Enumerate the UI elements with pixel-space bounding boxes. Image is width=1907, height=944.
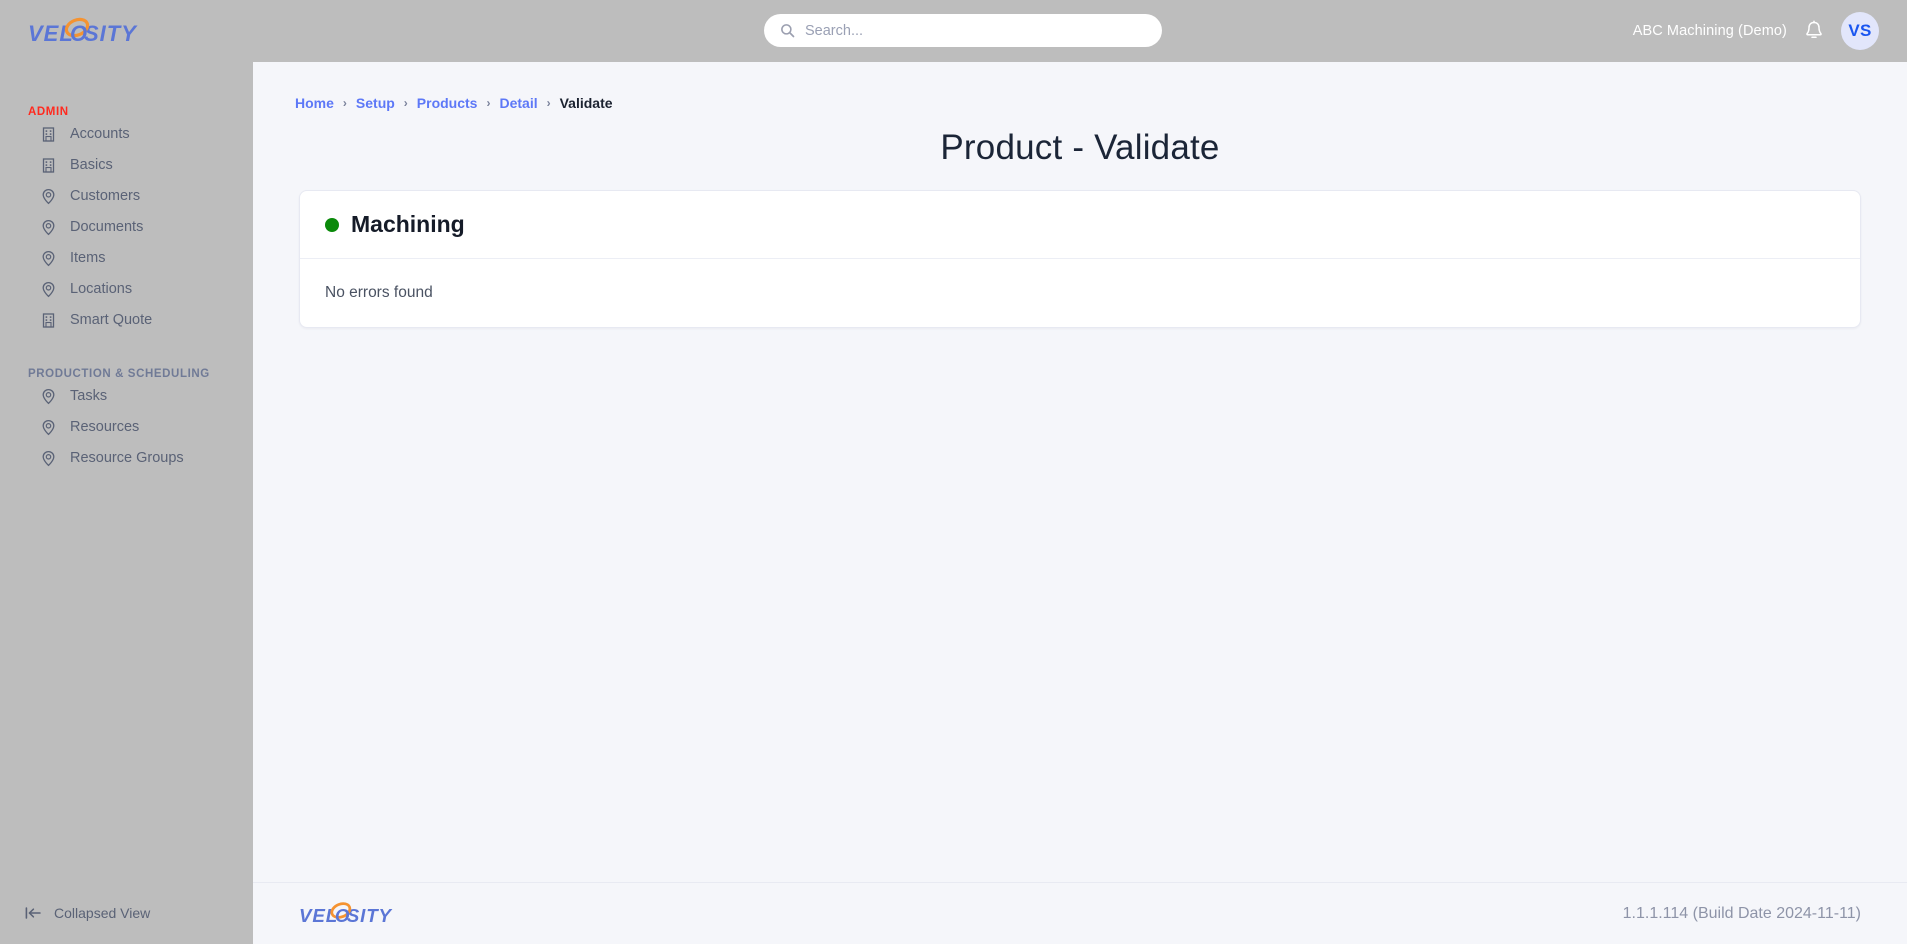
breadcrumb-item-validate: Validate [559,95,613,111]
page-title: Product - Validate [940,128,1220,167]
map-pin-icon [40,250,57,267]
svg-text:SITY: SITY [347,905,393,926]
map-pin-icon [40,450,57,467]
validation-card-title: Machining [351,211,465,237]
sidebar: ADMIN Accounts Basics Customers Document… [0,62,253,882]
map-pin-icon [40,281,57,298]
sidebar-section-production-scheduling: PRODUCTION & SCHEDULING [28,368,210,380]
sidebar-item-resource-groups[interactable]: Resource Groups [0,443,253,473]
sidebar-item-tasks[interactable]: Tasks [0,381,253,411]
sidebar-item-label: Resources [70,419,140,435]
search-box[interactable] [764,14,1162,47]
sidebar-item-resources[interactable]: Resources [0,412,253,442]
map-pin-icon [40,219,57,236]
breadcrumb-item-setup[interactable]: Setup [356,95,395,111]
sidebar-item-label: Documents [70,219,144,235]
sidebar-item-customers[interactable]: Customers [0,181,253,211]
building-icon [40,312,57,329]
main-content: Home › Setup › Products › Detail › Valid… [253,62,1907,882]
page-footer: VEL SITY O 1.1.1.114 (Build Date 2024-11… [253,882,1907,944]
map-pin-icon [40,388,57,405]
bell-icon[interactable] [1804,20,1824,42]
sidebar-item-basics[interactable]: Basics [0,150,253,180]
sidebar-item-label: Smart Quote [70,312,153,328]
status-badge [325,217,339,232]
search-input[interactable] [805,22,1146,39]
validation-card-header: Machining [300,191,1860,259]
svg-text:O: O [70,21,87,46]
sidebar-item-label: Customers [70,188,141,204]
building-icon [40,126,57,143]
validation-result-text: No errors found [325,284,433,301]
account-name: ABC Machining (Demo) [1632,23,1787,39]
sidebar-item-label: Accounts [70,126,130,142]
app-logo[interactable]: VEL SITY O [0,0,253,62]
breadcrumb: Home › Setup › Products › Detail › Valid… [253,62,1907,111]
sidebar-item-label: Items [70,250,106,266]
sidebar-item-label: Basics [70,157,113,173]
collapse-view-label: Collapsed View [54,905,151,921]
svg-text:O: O [335,905,350,926]
map-pin-icon [40,188,57,205]
breadcrumb-separator: › [403,96,408,110]
velosity-footer-logo-icon: VEL SITY O [299,902,393,926]
sidebar-item-items[interactable]: Items [0,243,253,273]
breadcrumb-separator: › [342,96,347,110]
collapse-view-toggle[interactable]: Collapsed View [0,882,253,944]
sidebar-item-label: Resource Groups [70,450,184,466]
avatar[interactable]: VS [1841,12,1879,50]
sidebar-item-locations[interactable]: Locations [0,274,253,304]
map-pin-icon [40,419,57,436]
avatar-initials: VS [1848,21,1872,40]
svg-text:SITY: SITY [84,21,138,46]
validation-card: Machining No errors found [299,190,1861,328]
breadcrumb-item-detail[interactable]: Detail [499,95,537,111]
sidebar-item-label: Locations [70,281,133,297]
breadcrumb-item-products[interactable]: Products [417,95,478,111]
top-bar: VEL SITY O ABC Machining (Demo) VS [0,0,1907,62]
search-icon [781,24,795,38]
sidebar-section-admin: ADMIN [28,106,69,118]
version-text: 1.1.1.114 (Build Date 2024-11-11) [1622,904,1861,922]
sidebar-item-accounts[interactable]: Accounts [0,119,253,149]
breadcrumb-item-home[interactable]: Home [295,95,334,111]
collapse-left-icon [25,907,41,919]
global-search[interactable] [764,14,1162,47]
breadcrumb-separator: › [546,96,551,110]
building-icon [40,157,57,174]
velosity-logo-icon: VEL SITY O [28,17,138,46]
sidebar-item-documents[interactable]: Documents [0,212,253,242]
sidebar-item-smart-quote[interactable]: Smart Quote [0,305,253,335]
top-bar-right: ABC Machining (Demo) VS [1633,0,1879,62]
breadcrumb-separator: › [486,96,491,110]
sidebar-item-label: Tasks [70,388,108,404]
validation-card-body: No errors found [300,259,1860,327]
